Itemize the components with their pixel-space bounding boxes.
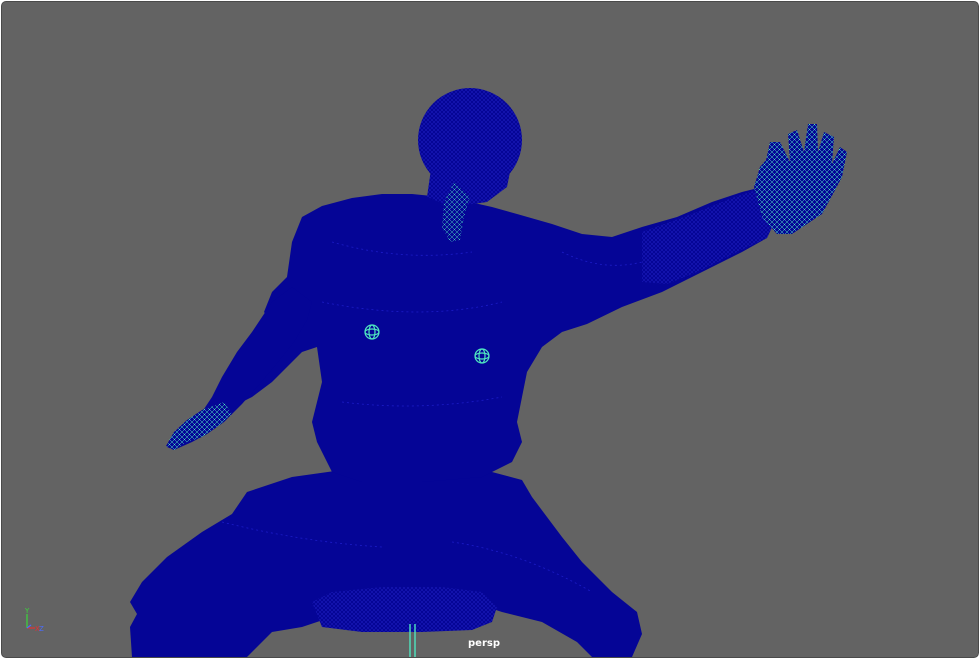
right-hand	[754, 124, 847, 234]
axis-gizmo: Y X Z	[24, 608, 44, 632]
seat-mesh	[312, 587, 497, 632]
perspective-viewport[interactable]: Y X Z persp	[1, 1, 979, 658]
z-axis-label: Z	[39, 625, 44, 632]
character-mesh[interactable]	[2, 2, 978, 657]
y-axis-label: Y	[24, 608, 30, 615]
camera-name-label: persp	[468, 638, 500, 649]
left-hand	[166, 402, 232, 450]
viewport-frame: Y X Z persp	[0, 0, 979, 659]
right-forearm	[642, 188, 777, 284]
